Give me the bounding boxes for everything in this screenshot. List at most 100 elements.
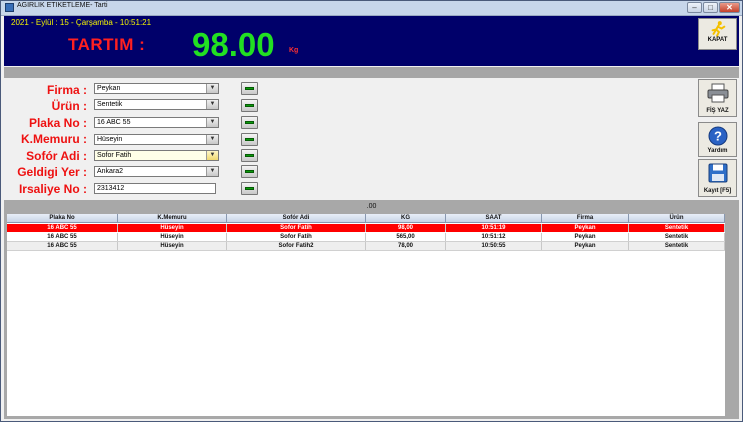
- exit-run-icon: [711, 21, 725, 37]
- chevron-down-icon[interactable]: ▼: [206, 167, 218, 176]
- col-header-urun[interactable]: Ürün: [629, 214, 725, 223]
- maximize-button[interactable]: □: [703, 2, 718, 13]
- cell-urun: Sentetik: [629, 224, 725, 232]
- geldigi-row: Geldigi Yer :: [1, 165, 87, 180]
- tartim-label: TARTIM :: [68, 35, 146, 54]
- weight-header: 2021 - Eylül : 15 - Çarşamba - 10:51:21 …: [4, 16, 739, 66]
- urun-value: Sentetik: [97, 101, 123, 108]
- separator-bar: [4, 67, 739, 78]
- chevron-down-icon[interactable]: ▼: [206, 118, 218, 127]
- sofor-add-button[interactable]: [241, 149, 258, 162]
- cell-firma: Peykan: [542, 233, 629, 241]
- table-row[interactable]: 16 ABC 55 Hüseyin Sofor Fatih2 78,00 10:…: [7, 242, 725, 251]
- weight-unit: Kg: [289, 47, 299, 54]
- printer-icon: [707, 83, 729, 103]
- cell-saat: 10:50:55: [446, 242, 542, 250]
- col-header-saat[interactable]: SAAT: [446, 214, 542, 223]
- urun-select[interactable]: Sentetik ▼: [94, 99, 219, 110]
- close-button[interactable]: ✕: [719, 2, 740, 13]
- yardim-button[interactable]: ? Yardım: [698, 122, 737, 157]
- green-bar-icon: [245, 121, 254, 124]
- help-icon: ?: [708, 126, 728, 146]
- cell-firma: Peykan: [542, 224, 629, 232]
- grid-body[interactable]: [7, 223, 725, 416]
- green-bar-icon: [245, 187, 254, 190]
- cell-firma: Peykan: [542, 242, 629, 250]
- kayit-button[interactable]: Kayıt [F5]: [698, 159, 737, 197]
- urun-add-button[interactable]: [241, 99, 258, 112]
- chevron-down-icon[interactable]: ▼: [206, 151, 218, 160]
- green-bar-icon: [245, 104, 254, 107]
- title-bar: AGIRLIK ETIKETLEME- Tarti – □ ✕: [1, 1, 742, 16]
- table-row[interactable]: 16 ABC 55 Hüseyin Sofor Fatih 565,00 10:…: [7, 233, 725, 242]
- cell-memur: Hüseyin: [118, 233, 227, 241]
- plaka-value: 16 ABC 55: [97, 119, 131, 126]
- col-header-plaka[interactable]: Plaka No: [7, 214, 118, 223]
- yardim-label: Yardım: [707, 148, 728, 154]
- firma-value: Peykan: [97, 85, 121, 92]
- sofor-row: Sofór Adi :: [1, 149, 87, 164]
- geldigi-label: Geldigi Yer :: [17, 165, 87, 179]
- cell-saat: 10:51:12: [446, 233, 542, 241]
- plaka-row: Plaka No :: [1, 116, 87, 131]
- col-header-kg[interactable]: KG: [366, 214, 446, 223]
- weight-value: 98.00: [192, 26, 275, 63]
- app-window: AGIRLIK ETIKETLEME- Tarti – □ ✕ 2021 - E…: [0, 0, 743, 422]
- memur-add-button[interactable]: [241, 133, 258, 146]
- chevron-down-icon[interactable]: ▼: [206, 135, 218, 144]
- fis-yaz-label: FİŞ YAZ: [706, 108, 729, 114]
- kapat-button[interactable]: KAPAT: [698, 18, 737, 50]
- cell-kg: 565,00: [366, 233, 446, 241]
- cell-memur: Hüseyin: [118, 242, 227, 250]
- grid-group-header: .00: [4, 200, 739, 213]
- firma-row: Firma :: [1, 83, 87, 98]
- irsaliye-input[interactable]: 2313412: [94, 183, 216, 194]
- green-bar-icon: [245, 138, 254, 141]
- irsaliye-value: 2313412: [97, 185, 125, 192]
- urun-row: Ürün :: [1, 99, 87, 114]
- col-header-memur[interactable]: K.Memuru: [118, 214, 227, 223]
- cell-saat: 10:51:19: [446, 224, 542, 232]
- app-icon: [5, 3, 14, 12]
- svg-text:?: ?: [714, 129, 722, 144]
- firma-add-button[interactable]: [241, 82, 258, 95]
- sofor-value: Sofor Fatih: [97, 152, 132, 159]
- cell-kg: 78,00: [366, 242, 446, 250]
- firma-label: Firma :: [46, 83, 87, 97]
- urun-label: Ürün :: [51, 99, 87, 113]
- window-title: AGIRLIK ETIKETLEME- Tarti: [17, 2, 108, 9]
- firma-select[interactable]: Peykan ▼: [94, 83, 219, 94]
- geldigi-select[interactable]: Ankara2 ▼: [94, 166, 219, 177]
- minimize-button[interactable]: –: [687, 2, 702, 13]
- geldigi-add-button[interactable]: [241, 165, 258, 178]
- table-row[interactable]: 16 ABC 55 Hüseyin Sofor Fatih 98,00 10:5…: [7, 224, 725, 232]
- floppy-disk-icon: [708, 163, 728, 183]
- plaka-label: Plaka No :: [28, 116, 87, 130]
- col-header-firma[interactable]: Firma: [542, 214, 629, 223]
- chevron-down-icon[interactable]: ▼: [206, 84, 218, 93]
- col-header-sofor[interactable]: Sofór Adi: [227, 214, 366, 223]
- fis-yaz-button[interactable]: FİŞ YAZ: [698, 79, 737, 117]
- plaka-select[interactable]: 16 ABC 55 ▼: [94, 117, 219, 128]
- cell-sofor: Sofor Fatih: [227, 224, 366, 232]
- green-bar-icon: [245, 87, 254, 90]
- cell-kg: 98,00: [366, 224, 446, 232]
- cell-plaka: 16 ABC 55: [7, 233, 118, 241]
- cell-plaka: 16 ABC 55: [7, 242, 118, 250]
- chevron-down-icon[interactable]: ▼: [206, 100, 218, 109]
- cell-plaka: 16 ABC 55: [7, 224, 118, 232]
- kayit-label: Kayıt [F5]: [703, 188, 732, 194]
- memur-label: K.Memuru :: [21, 132, 87, 146]
- datetime-display: 2021 - Eylül : 15 - Çarşamba - 10:51:21: [11, 18, 152, 27]
- sofor-select[interactable]: Sofor Fatih ▼: [94, 150, 219, 161]
- cell-urun: Sentetik: [629, 242, 725, 250]
- plaka-add-button[interactable]: [241, 116, 258, 129]
- memur-select[interactable]: Hüseyin ▼: [94, 134, 219, 145]
- cell-sofor: Sofor Fatih: [227, 233, 366, 241]
- cell-sofor: Sofor Fatih2: [227, 242, 366, 250]
- geldigi-value: Ankara2: [97, 168, 124, 175]
- irsaliye-row: Irsaliye No :: [1, 182, 87, 197]
- irsaliye-add-button[interactable]: [241, 182, 258, 195]
- records-grid: .00 Plaka No K.Memuru Sofór Adi KG SAAT …: [4, 200, 739, 419]
- green-bar-icon: [245, 170, 254, 173]
